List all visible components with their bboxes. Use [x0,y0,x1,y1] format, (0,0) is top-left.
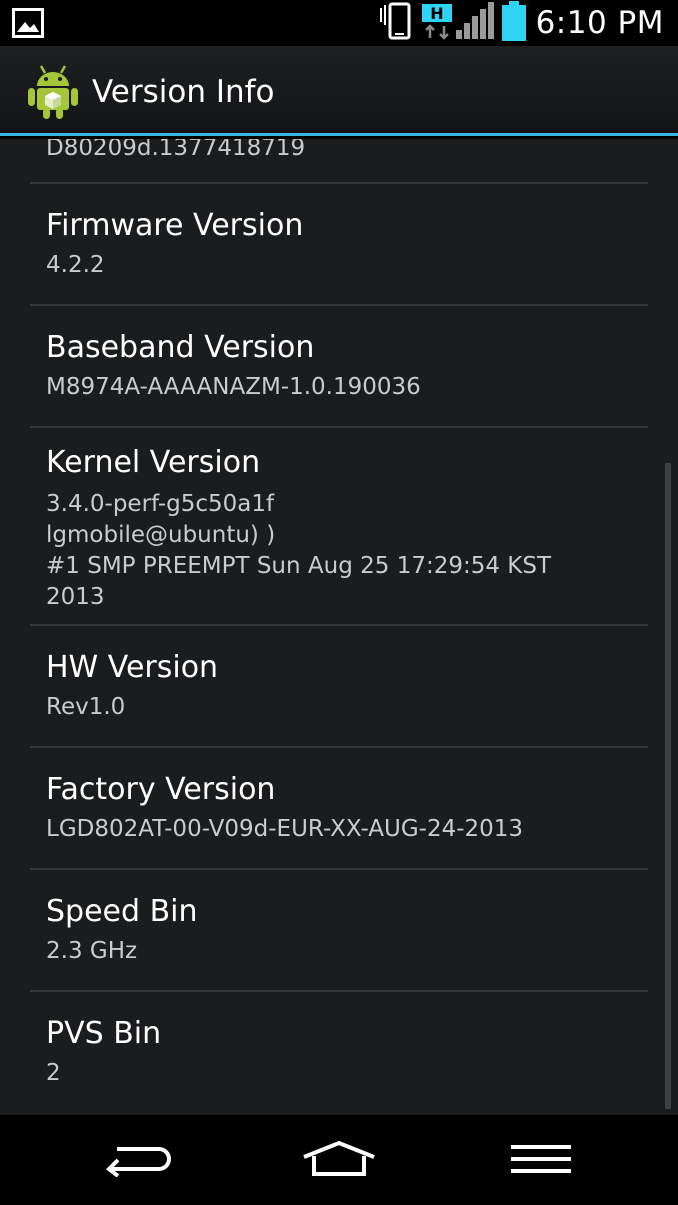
list-item-value: LGD802AT-00-V09d-EUR-XX-AUG-24-2013 [46,816,524,842]
battery-icon [501,1,526,45]
page-title: Version Info [92,74,275,110]
home-icon [302,1140,376,1182]
list-item-label: Baseband Version [46,330,315,365]
back-arrow-icon [103,1141,173,1181]
menu-button[interactable] [486,1135,596,1187]
list-item-label: Kernel Version [46,445,261,480]
list-item-label: Factory Version [46,772,276,807]
scrollbar[interactable] [665,463,671,1109]
status-clock: 6:10 PM [535,5,664,41]
signal-strength-icon [455,2,494,44]
list-item-value: 3.4.0-perf-g5c50a1f lgmobile@ubuntu) ) #… [46,491,552,610]
action-bar: Version Info [0,46,678,136]
list-item-kernel-version[interactable]: Kernel Version 3.4.0-perf-g5c50a1f lgmob… [30,428,648,626]
list-item-label: HW Version [46,650,219,685]
list-item-factory-version[interactable]: Factory Version LGD802AT-00-V09d-EUR-XX-… [30,748,648,870]
version-info-list[interactable]: D80209d.1377418719 Firmware Version 4.2.… [0,139,678,1115]
android-icon[interactable] [24,62,82,120]
list-item-value: D80209d.1377418719 [46,139,306,161]
back-button[interactable] [83,1135,193,1187]
list-item-value: 4.2.2 [46,252,105,278]
list-item-label: PVS Bin [46,1016,162,1051]
home-button[interactable] [284,1135,394,1187]
list-item-speed-bin[interactable]: Speed Bin 2.3 GHz [30,870,648,992]
list-item-build-number: D80209d.1377418719 [30,139,648,184]
svg-text:H: H [430,4,443,23]
list-item-value: Rev1.0 [46,694,126,720]
list-item-value: M8974A-AAAANAZM-1.0.190036 [46,374,421,400]
hspa-network-icon: H [421,2,452,44]
list-item-value: 2.3 GHz [46,938,138,964]
list-item-hw-version[interactable]: HW Version Rev1.0 [30,626,648,748]
list-item-value: 2 [46,1060,61,1086]
list-item-firmware-version[interactable]: Firmware Version 4.2.2 [30,184,648,306]
menu-icon [511,1143,571,1179]
list-item-pvs-bin[interactable]: PVS Bin 2 [30,992,648,1114]
list-item-label: Speed Bin [46,894,198,929]
list-item-label: Firmware Version [46,208,304,243]
gallery-notification-icon [12,8,44,42]
status-bar: H 6:10 PM [0,0,678,46]
list-item-baseband-version[interactable]: Baseband Version M8974A-AAAANAZM-1.0.190… [30,306,648,428]
vibrate-icon [378,2,414,44]
navigation-bar [0,1115,678,1205]
